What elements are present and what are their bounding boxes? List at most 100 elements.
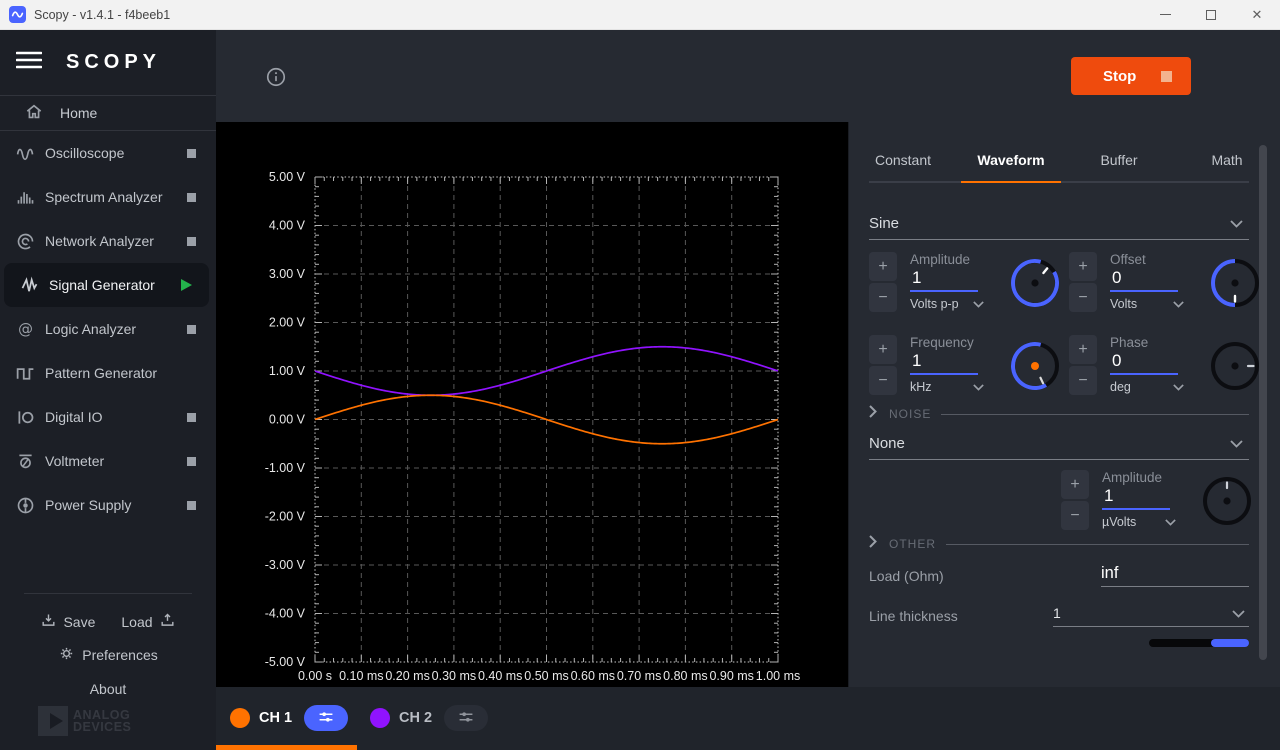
noise-amplitude-decrement-button[interactable]: − xyxy=(1061,501,1089,530)
line-thickness-select[interactable]: 1 xyxy=(1053,605,1249,627)
gear-icon xyxy=(58,645,75,665)
amplitude-value-input[interactable]: 1 xyxy=(910,267,978,292)
frequency-unit-select[interactable]: kHz xyxy=(910,380,984,394)
about-link[interactable]: About xyxy=(0,681,216,697)
sidebar-item-digital-io[interactable]: Digital IO xyxy=(0,395,216,439)
amplitude-knob[interactable] xyxy=(1009,257,1061,309)
pattern-generator-icon xyxy=(14,363,36,384)
load-label: Load (Ohm) xyxy=(869,568,944,584)
voltmeter-icon xyxy=(14,451,36,472)
chevron-right-icon xyxy=(869,535,877,553)
oscilloscope-icon xyxy=(14,143,36,164)
frequency-decrement-button[interactable]: − xyxy=(869,366,897,395)
channel-2-settings-button[interactable] xyxy=(444,705,488,731)
save-button[interactable]: Save xyxy=(40,612,95,632)
amplitude-increment-button[interactable]: + xyxy=(869,252,897,281)
svg-text:-1.00 V: -1.00 V xyxy=(265,461,306,475)
svg-text:0.30 ms: 0.30 ms xyxy=(432,669,476,683)
channel-1-settings-button[interactable] xyxy=(304,705,348,731)
amplitude-decrement-button[interactable]: − xyxy=(869,283,897,312)
phase-knob[interactable] xyxy=(1209,340,1261,392)
horizontal-slider-track[interactable] xyxy=(1149,639,1249,647)
noise-type-select[interactable]: None xyxy=(869,428,1249,460)
menu-hamburger-icon[interactable] xyxy=(16,51,42,74)
noise-amplitude-increment-button[interactable]: + xyxy=(1061,470,1089,499)
channel-bar: CH 1 CH 2 xyxy=(216,687,1280,750)
phase-decrement-button[interactable]: − xyxy=(1069,366,1097,395)
svg-text:0.00 s: 0.00 s xyxy=(298,669,332,683)
stop-indicator[interactable] xyxy=(187,149,196,158)
svg-text:-3.00 V: -3.00 V xyxy=(265,558,306,572)
phase-unit-select[interactable]: deg xyxy=(1110,380,1184,394)
network-analyzer-icon xyxy=(14,231,36,252)
sidebar-item-network-analyzer[interactable]: Network Analyzer xyxy=(0,219,216,263)
stop-indicator[interactable] xyxy=(187,501,196,510)
home-icon xyxy=(24,102,44,125)
amplitude-unit-select[interactable]: Volts p-p xyxy=(910,297,984,311)
frequency-knob[interactable] xyxy=(1009,340,1061,392)
stop-button[interactable]: Stop xyxy=(1071,57,1191,95)
tab-constant[interactable]: Constant xyxy=(849,140,957,180)
svg-text:5.00 V: 5.00 V xyxy=(269,170,306,184)
noise-section-header[interactable]: NOISE xyxy=(869,405,1249,423)
phase-value-input[interactable]: 0 xyxy=(1110,350,1178,375)
horizontal-slider-handle[interactable] xyxy=(1211,639,1249,647)
info-icon[interactable] xyxy=(265,66,287,93)
running-indicator[interactable] xyxy=(181,279,192,291)
frequency-control: + − Frequency 1 kHz xyxy=(869,335,1061,397)
svg-text:2.00 V: 2.00 V xyxy=(269,316,306,330)
chevron-down-icon xyxy=(1173,297,1184,311)
noise-amplitude-knob[interactable] xyxy=(1201,475,1253,527)
line-thickness-label: Line thickness xyxy=(869,608,958,624)
svg-text:3.00 V: 3.00 V xyxy=(269,267,306,281)
preferences-button[interactable]: Preferences xyxy=(0,645,216,665)
tab-waveform[interactable]: Waveform xyxy=(957,140,1065,180)
offset-decrement-button[interactable]: − xyxy=(1069,283,1097,312)
sidebar-item-voltmeter[interactable]: Voltmeter xyxy=(0,439,216,483)
sidebar-item-power-supply[interactable]: Power Supply xyxy=(0,483,216,527)
stop-indicator[interactable] xyxy=(187,325,196,334)
digital-io-icon xyxy=(14,407,36,428)
close-button[interactable]: ✕ xyxy=(1234,0,1280,29)
chevron-down-icon xyxy=(1230,215,1243,232)
offset-knob[interactable] xyxy=(1209,257,1261,309)
offset-unit-select[interactable]: Volts xyxy=(1110,297,1184,311)
load-icon xyxy=(159,612,176,632)
offset-increment-button[interactable]: + xyxy=(1069,252,1097,281)
maximize-button[interactable] xyxy=(1188,0,1234,29)
noise-amplitude-value-input[interactable]: 1 xyxy=(1102,485,1170,510)
sidebar-item-spectrum-analyzer[interactable]: Spectrum Analyzer xyxy=(0,175,216,219)
stop-indicator[interactable] xyxy=(187,193,196,202)
channel-2-tab[interactable]: CH 2 xyxy=(370,705,488,731)
amplitude-control: + − Amplitude 1 Volts p-p xyxy=(869,252,1061,314)
waveform-tabs: Constant Waveform Buffer Math xyxy=(849,140,1280,180)
stop-indicator[interactable] xyxy=(187,413,196,422)
other-section-header[interactable]: OTHER xyxy=(869,535,1249,553)
chevron-down-icon xyxy=(1173,380,1184,394)
waveform-type-select[interactable]: Sine xyxy=(869,208,1249,240)
channel-1-tab[interactable]: CH 1 xyxy=(230,705,348,731)
sidebar-item-signal-generator[interactable]: Signal Generator xyxy=(4,263,209,307)
frequency-value-input[interactable]: 1 xyxy=(910,350,978,375)
sidebar-item-logic-analyzer[interactable]: @ Logic Analyzer xyxy=(0,307,216,351)
frequency-increment-button[interactable]: + xyxy=(869,335,897,364)
tab-buffer[interactable]: Buffer xyxy=(1065,140,1173,180)
offset-value-input[interactable]: 0 xyxy=(1110,267,1178,292)
stop-indicator[interactable] xyxy=(187,237,196,246)
sidebar-item-home[interactable]: Home xyxy=(0,95,216,131)
load-value-input[interactable]: inf xyxy=(1101,564,1249,587)
phase-increment-button[interactable]: + xyxy=(1069,335,1097,364)
sidebar-item-pattern-generator[interactable]: Pattern Generator xyxy=(0,351,216,395)
panel-scrollbar[interactable] xyxy=(1259,145,1267,660)
sidebar-divider xyxy=(24,593,192,594)
svg-text:-5.00 V: -5.00 V xyxy=(265,655,306,669)
noise-amplitude-unit-select[interactable]: µVolts xyxy=(1102,515,1176,529)
noise-amplitude-control: + − Amplitude 1 µVolts xyxy=(1061,470,1253,532)
stop-indicator[interactable] xyxy=(187,457,196,466)
tab-underline-track xyxy=(869,181,1249,183)
minimize-button[interactable] xyxy=(1142,0,1188,29)
load-button[interactable]: Load xyxy=(121,612,175,632)
save-icon xyxy=(40,612,57,632)
sidebar-item-oscilloscope[interactable]: Oscilloscope xyxy=(0,131,216,175)
signal-plot[interactable]: 5.00 V4.00 V3.00 V2.00 V1.00 V0.00 V-1.0… xyxy=(216,122,848,687)
